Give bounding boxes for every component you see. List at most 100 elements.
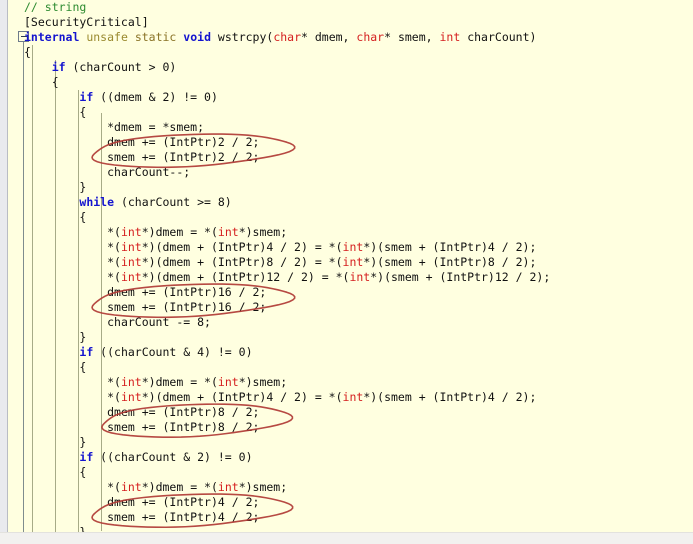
code-token: int [120,480,142,494]
code-token: while [79,195,115,209]
code-token: ((dmem & 2) != 0) [93,90,218,104]
code-line: [SecurityCritical] [24,15,693,30]
code-token: { [24,45,31,59]
code-token: } [79,330,87,344]
code-token: if [79,450,94,464]
code-token: wstrcpy( [211,30,274,44]
code-line: *(int*)(dmem + (IntPtr)4 / 2) = *(int*)(… [24,390,693,405]
code-token: *)(dmem + (IntPtr)8 / 2) = *( [141,255,343,269]
code-line: dmem += (IntPtr)8 / 2; [24,405,693,420]
code-line: } [24,180,693,195]
code-token: int [217,375,239,389]
code-token: int [120,240,142,254]
code-token: *)(dmem + (IntPtr)4 / 2) = *( [141,240,343,254]
code-editor-pane[interactable]: // string [SecurityCritical] internal unsa… [0,0,693,533]
code-token: *)(smem + (IntPtr)4 / 2); [363,390,537,404]
code-token: int [342,240,364,254]
code-line: smem += (IntPtr)8 / 2; [24,420,693,435]
code-token: int [120,375,142,389]
code-token: dmem += (IntPtr)8 / 2; [107,405,260,419]
code-token: char [273,30,302,44]
code-line: } [24,330,693,345]
code-token: *)dmem = *( [141,225,218,239]
code-token: *( [107,225,121,239]
code-token: *( [107,480,121,494]
code-token: smem += (IntPtr)4 / 2; [107,510,260,524]
code-token: internal [24,30,80,44]
code-token: int [349,270,371,284]
code-line: *(int*)(dmem + (IntPtr)8 / 2) = *(int*)(… [24,255,693,270]
code-token: *)smem; [238,480,288,494]
code-token: int [342,255,364,269]
code-line: { [24,75,693,90]
code-line: *(int*)(dmem + (IntPtr)12 / 2) = *(int*)… [24,270,693,285]
code-token: static [134,30,177,44]
code-token: if [79,90,94,104]
code-line: charCount -= 8; [24,315,693,330]
code-token: int [342,390,364,404]
code-line: { [24,465,693,480]
code-token: char [356,30,385,44]
code-token: charCount) [460,30,537,44]
code-token: { [51,75,59,89]
code-token: *)(smem + (IntPtr)12 / 2); [370,270,551,284]
code-line: if ((charCount & 2) != 0) [24,450,693,465]
code-line: if ((charCount & 4) != 0) [24,345,693,360]
editor-bottom-strip [0,533,693,544]
code-token: // string [24,0,87,14]
code-token: smem += (IntPtr)8 / 2; [107,420,260,434]
code-line: // string [24,0,693,15]
code-token: * dmem, [301,30,357,44]
code-token: *( [107,270,121,284]
code-line: if ((dmem & 2) != 0) [24,90,693,105]
code-token: if [79,345,94,359]
code-line: *(int*)dmem = *(int*)smem; [24,480,693,495]
code-token: smem += (IntPtr)2 / 2; [107,150,260,164]
code-line: smem += (IntPtr)4 / 2; [24,510,693,525]
source-code-text[interactable]: // string [SecurityCritical] internal unsa… [24,0,693,533]
code-token: *)dmem = *( [141,375,218,389]
code-token: *( [107,255,121,269]
code-line: *(int*)(dmem + (IntPtr)4 / 2) = *(int*)(… [24,240,693,255]
code-token: *)smem; [238,375,288,389]
code-token: { [79,105,87,119]
code-token: *dmem = *smem; [107,120,205,134]
code-token: *( [107,375,121,389]
code-token: int [439,30,461,44]
code-line: if (charCount > 0) [24,60,693,75]
code-line: charCount--; [24,165,693,180]
code-token: (charCount >= 8) [114,195,232,209]
code-token: { [79,360,87,374]
code-token: unsafe [86,30,128,44]
code-token: smem += (IntPtr)16 / 2; [107,300,267,314]
code-token: charCount -= 8; [107,315,211,329]
code-token: } [79,180,87,194]
code-token: { [79,210,87,224]
code-line: { [24,360,693,375]
code-line: smem += (IntPtr)16 / 2; [24,300,693,315]
code-token: dmem += (IntPtr)16 / 2; [107,285,267,299]
code-token: int [120,225,142,239]
code-token: * smem, [384,30,440,44]
code-token: ((charCount & 2) != 0) [93,450,253,464]
code-token: *)(dmem + (IntPtr)12 / 2) = *( [141,270,350,284]
code-token: *)(smem + (IntPtr)4 / 2); [363,240,537,254]
code-line: { [24,105,693,120]
code-token: dmem += (IntPtr)2 / 2; [107,135,260,149]
code-token: int [217,480,239,494]
code-line: { [24,45,693,60]
code-token: void [183,30,211,44]
editor-left-edge-strip [0,0,7,533]
code-line: internal unsafe static void wstrcpy(char… [24,30,693,45]
code-token: { [79,465,87,479]
code-line: while (charCount >= 8) [24,195,693,210]
code-token: *( [107,390,121,404]
code-line: dmem += (IntPtr)4 / 2; [24,495,693,510]
code-token: *)smem; [238,225,288,239]
code-line: dmem += (IntPtr)16 / 2; [24,285,693,300]
code-token: charCount--; [107,165,191,179]
code-token: int [120,270,142,284]
code-token: [SecurityCritical] [24,15,149,29]
code-token: dmem += (IntPtr)4 / 2; [107,495,260,509]
